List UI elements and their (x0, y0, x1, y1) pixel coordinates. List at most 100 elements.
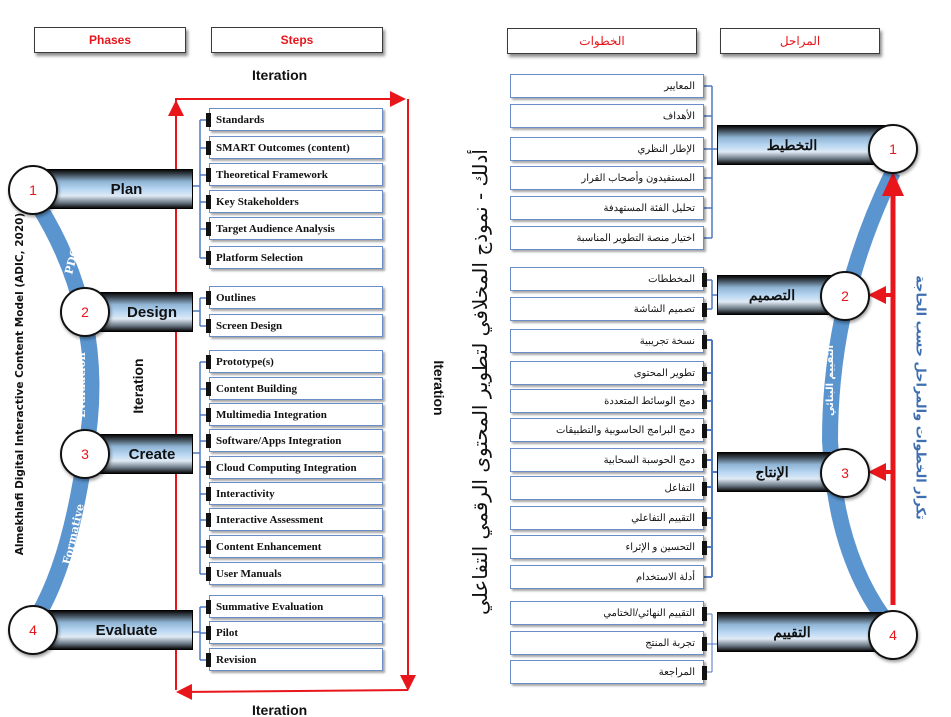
en-step: User Manuals (206, 562, 383, 585)
en-step: Platform Selection (206, 246, 383, 269)
en-model-title: Almekhlafi Digital Interactive Content M… (14, 212, 26, 556)
ar-step: دمج الحوسبة السحابية (510, 448, 707, 472)
en-step-label: Platform Selection (216, 251, 304, 264)
ar-step: اختيار منصة التطوير المناسبة (510, 226, 704, 250)
en-steps-header-label: Steps (280, 33, 314, 47)
step-marker-icon (702, 482, 707, 496)
step-marker-icon (702, 637, 707, 651)
ar-arc-label: التقييم البنائي (825, 345, 836, 416)
en-step-label: Cloud Computing Integration (216, 461, 357, 474)
step-marker-icon (702, 541, 707, 555)
ar-model-title: أدلك - نموذج المخلافي لتطوير المحتوى الر… (468, 149, 492, 615)
en-step: Content Building (206, 377, 383, 400)
ar-step-label: تطوير المحتوى (633, 367, 695, 379)
en-pdce-arc (31, 200, 100, 620)
en-phase-4-badge: 4 (8, 605, 58, 655)
en-iteration-label-right: Iteration (431, 360, 447, 416)
ar-step-label: تحليل الفئة المستهدفة (603, 202, 695, 214)
ar-step-label: دمج الحوسبة السحابية (603, 454, 695, 466)
ar-phase-create-label: الإنتاج (755, 463, 789, 480)
ar-steps-header-label: الخطوات (579, 34, 625, 48)
ar-phase-create: الإنتاج (717, 452, 837, 492)
ar-step: تحليل الفئة المستهدفة (510, 196, 704, 220)
ar-step: دمج البرامج الحاسوبية والتطبيقات (510, 418, 707, 442)
en-step-label: Theoretical Framework (216, 168, 328, 181)
en-phase-2-badge: 2 (60, 287, 110, 337)
ar-step-label: المعايير (664, 80, 695, 92)
en-phase-create-label: Create (128, 445, 176, 463)
en-step: Software/Apps Integration (206, 429, 383, 452)
ar-step-label: التحسين و الإثراء (625, 541, 696, 553)
ar-phase-2-badge: 2 (820, 271, 870, 321)
ar-iteration-arrowhead-design (868, 286, 886, 304)
step-marker-icon (206, 291, 211, 305)
en-step-label: Software/Apps Integration (216, 434, 342, 447)
en-step: Outlines (206, 286, 383, 309)
ar-formative-arc (821, 168, 901, 636)
ar-step-label: التقييم النهائي/الختامي (603, 607, 695, 619)
step-marker-icon (206, 513, 211, 527)
ar-step-label: المستفيدون وأصحاب القرار (581, 172, 695, 184)
step-marker-icon (702, 607, 707, 621)
en-step-label: Interactive Assessment (216, 513, 324, 526)
en-iteration-loop-bottom (176, 683, 409, 700)
en-steps-header: Steps (211, 27, 383, 53)
step-marker-icon (206, 487, 211, 501)
en-step: Content Enhancement (206, 535, 383, 558)
en-arc-label-evaluation: Evaluation (75, 352, 88, 418)
step-marker-icon (702, 512, 707, 526)
ar-step: تصميم الشاشة (510, 297, 707, 321)
ar-step-label: اختيار منصة التطوير المناسبة (576, 232, 695, 244)
ar-steps-header: الخطوات (507, 28, 697, 54)
en-arc-label-pdce: PDCE (62, 239, 84, 276)
en-step-label: User Manuals (216, 567, 282, 580)
ar-step: المخططات (510, 267, 707, 291)
en-phase-1-badge: 1 (8, 165, 58, 215)
ar-step: التحسين و الإثراء (510, 535, 707, 559)
ar-step-label: أدلة الاستخدام (636, 571, 695, 583)
ar-phase-evaluate-label: التقييم (773, 623, 811, 640)
ar-step: الأهداف (510, 104, 704, 128)
en-step-label: Multimedia Integration (216, 408, 327, 421)
ar-step: دمج الوسائط المتعددة (510, 389, 707, 413)
ar-step: المراجعة (510, 660, 707, 684)
step-marker-icon (206, 567, 211, 581)
ar-step-label: نسخة تجريبية (639, 335, 695, 347)
step-marker-icon (702, 335, 707, 349)
step-marker-icon (206, 653, 211, 667)
ar-step-label: دمج الوسائط المتعددة (604, 395, 695, 407)
ar-step: تطوير المحتوى (510, 361, 707, 385)
ar-step-label: المراجعة (658, 666, 695, 678)
ar-step: المعايير (510, 74, 704, 98)
en-iteration-label-top: Iteration (252, 67, 308, 83)
ar-step: المستفيدون وأصحاب القرار (510, 166, 704, 190)
step-marker-icon (206, 222, 211, 236)
step-marker-icon (206, 540, 211, 554)
en-step: Prototype(s) (206, 350, 383, 373)
ar-iteration-arrowhead-top (882, 172, 904, 196)
en-step: Summative Evaluation (206, 595, 383, 618)
ar-step-label: التقييم التفاعلي (631, 512, 695, 524)
en-phase-evaluate-label: Evaluate (95, 621, 158, 639)
en-step-label: Content Building (216, 382, 297, 395)
en-step: Interactive Assessment (206, 508, 383, 531)
en-phase-plan-label: Plan (110, 180, 143, 198)
step-marker-icon (206, 600, 211, 614)
ar-phase-1-badge: 1 (868, 124, 918, 174)
ar-phase-design: التصميم (717, 275, 837, 315)
ar-phase-evaluate: التقييم (717, 612, 887, 652)
ar-step-label: دمج البرامج الحاسوبية والتطبيقات (555, 424, 695, 436)
step-marker-icon (206, 168, 211, 182)
en-step: Screen Design (206, 314, 383, 337)
en-phases-header-label: Phases (88, 33, 132, 47)
en-step: Theoretical Framework (206, 163, 383, 186)
en-step-label: Content Enhancement (216, 540, 322, 553)
ar-step: الإطار النظري (510, 137, 704, 161)
ar-step-label: الأهداف (662, 110, 695, 122)
en-step: Key Stakeholders (206, 190, 383, 213)
en-step: Pilot (206, 621, 383, 644)
en-step: Cloud Computing Integration (206, 456, 383, 479)
ar-phase-design-label: التصميم (748, 286, 796, 303)
ar-step: التفاعل (510, 476, 707, 500)
step-marker-icon (702, 424, 707, 438)
